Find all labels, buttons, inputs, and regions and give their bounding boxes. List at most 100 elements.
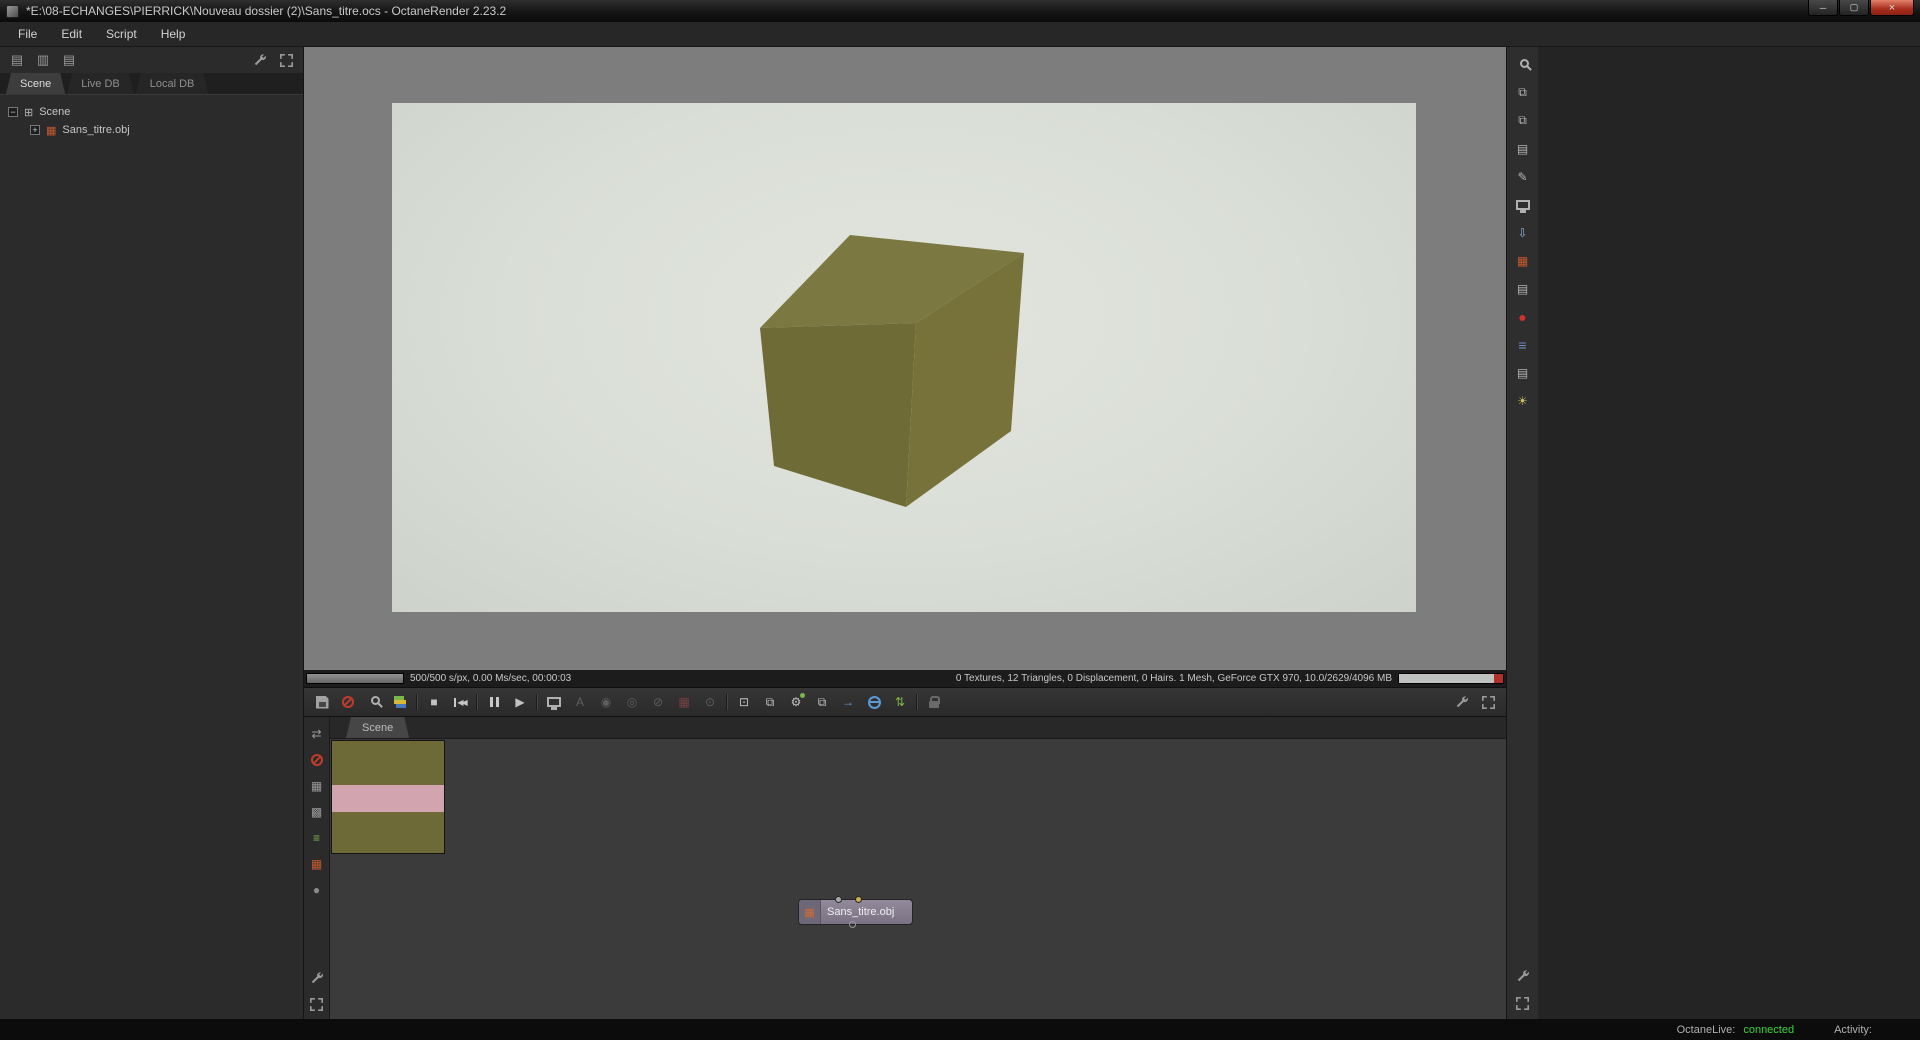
- tab-live-db[interactable]: Live DB: [67, 73, 134, 94]
- preview-pink-band: [332, 785, 444, 812]
- no-entry-icon[interactable]: [308, 751, 326, 769]
- render-viewport[interactable]: [304, 47, 1506, 670]
- menu-file[interactable]: File: [6, 23, 49, 45]
- picture-icon[interactable]: ▤: [1512, 363, 1534, 382]
- circle-center-icon[interactable]: ⊙: [700, 691, 720, 713]
- pan-arrows-icon[interactable]: ⇄: [308, 725, 326, 743]
- maximize-button[interactable]: ▢: [1839, 0, 1869, 16]
- export-arrow-icon[interactable]: →: [838, 691, 858, 713]
- sun-icon[interactable]: ☀: [1512, 391, 1534, 410]
- render-toolbar: ■ ◀◀ ▶ A ◉ ◎ ⊘ ▦ ⊙ ⊡ ⧉ ⚙ ⧉ → ⇅: [304, 687, 1506, 717]
- preview-olive-band: [332, 741, 444, 785]
- outliner-tabs: Scene Live DB Local DB: [0, 73, 303, 95]
- tab-scene[interactable]: Scene: [6, 73, 65, 94]
- separator: [536, 694, 538, 710]
- expand-icon[interactable]: [1478, 691, 1498, 713]
- mesh-node-icon: ▦: [46, 124, 57, 137]
- right-dock-panel: [1538, 47, 1920, 1019]
- expand-toggle-icon[interactable]: +: [30, 125, 40, 135]
- tree-row-scene[interactable]: − ⊞ Scene: [0, 103, 303, 121]
- panel-list-icon[interactable]: ▤: [60, 51, 78, 69]
- wrench-icon[interactable]: [1452, 691, 1472, 713]
- wrench-icon[interactable]: [251, 51, 269, 69]
- mesh-node[interactable]: ▦ Sans_titre.obj: [798, 896, 913, 928]
- separator: [726, 694, 728, 710]
- separator: [916, 694, 918, 710]
- tree-row-mesh[interactable]: + ▦ Sans_titre.obj: [0, 121, 303, 139]
- list-icon[interactable]: ≡: [308, 829, 326, 847]
- monitor-icon[interactable]: [1512, 195, 1534, 214]
- nodegraph-panel[interactable]: Scene ⇄ ▦ ▩ ≡ ▦ ● ▦ Sans_titre.obj: [304, 717, 1506, 1019]
- pencil-icon[interactable]: ✎: [1512, 167, 1534, 186]
- mesh-icon[interactable]: ▦: [1512, 251, 1534, 270]
- render-stats-text: 0 Textures, 12 Triangles, 0 Displacement…: [955, 673, 1392, 684]
- magnifier-icon[interactable]: [364, 691, 384, 713]
- duplicate-icon[interactable]: ⧉: [812, 691, 832, 713]
- circle-slash-icon[interactable]: ⊘: [648, 691, 668, 713]
- nodegraph-tab-scene[interactable]: Scene: [346, 717, 409, 738]
- panel-split-icon[interactable]: ▥: [34, 51, 52, 69]
- separator: [476, 694, 478, 710]
- minimize-button[interactable]: ─: [1808, 0, 1838, 16]
- picture-icon[interactable]: ▤: [1512, 279, 1534, 298]
- region-select-icon[interactable]: ⊡: [734, 691, 754, 713]
- globe-icon[interactable]: [864, 691, 884, 713]
- grid-dots-icon[interactable]: ▦: [308, 777, 326, 795]
- magnifier-icon[interactable]: [1512, 55, 1534, 74]
- monitor-icon[interactable]: [544, 691, 564, 713]
- gpu-memory-bar: [1398, 673, 1504, 684]
- copy-page-icon[interactable]: ⧉: [1512, 83, 1534, 102]
- tab-local-db[interactable]: Local DB: [136, 73, 209, 94]
- expand-icon[interactable]: [308, 995, 326, 1013]
- upload-download-icon[interactable]: ⇅: [890, 691, 910, 713]
- separator: [416, 694, 418, 710]
- restart-icon[interactable]: ◀◀: [450, 691, 470, 713]
- collapse-toggle-icon[interactable]: −: [8, 107, 18, 117]
- expand-icon[interactable]: [1512, 994, 1534, 1013]
- close-button[interactable]: ×: [1870, 0, 1914, 16]
- download-icon[interactable]: ⇩: [1512, 223, 1534, 242]
- panel-layout-icon[interactable]: ▤: [8, 51, 26, 69]
- material-preview[interactable]: [331, 740, 445, 854]
- image-icon[interactable]: ▤: [1512, 139, 1534, 158]
- expand-icon[interactable]: [277, 51, 295, 69]
- menu-edit[interactable]: Edit: [49, 23, 94, 45]
- file-pages-icon[interactable]: ⧉: [1512, 111, 1534, 130]
- preview-olive-band: [332, 812, 444, 853]
- wrench-icon[interactable]: [1512, 966, 1534, 985]
- node-output-pin[interactable]: [849, 921, 856, 928]
- menu-help[interactable]: Help: [149, 23, 198, 45]
- scene-node-icon: ⊞: [24, 106, 34, 119]
- mesh-icon[interactable]: ▦: [308, 855, 326, 873]
- circle-ring-icon[interactable]: ◎: [622, 691, 642, 713]
- node-input-pin[interactable]: [855, 896, 862, 903]
- layer-stack-icon[interactable]: ≡: [1512, 335, 1534, 354]
- clipboard-copy-icon[interactable]: ⧉: [760, 691, 780, 713]
- window-controls: ─ ▢ ×: [1808, 0, 1920, 16]
- menu-script[interactable]: Script: [94, 23, 149, 45]
- circle-dot-icon[interactable]: ◉: [596, 691, 616, 713]
- gear-icon[interactable]: ⚙: [786, 691, 806, 713]
- render-progress-bar: [306, 673, 404, 684]
- lock-icon[interactable]: [924, 691, 944, 713]
- stop-icon[interactable]: ■: [424, 691, 444, 713]
- mesh-icon: ▦: [799, 900, 821, 924]
- material-ball-icon[interactable]: ●: [1512, 307, 1534, 326]
- red-grid-icon[interactable]: ▦: [674, 691, 694, 713]
- letter-a-icon[interactable]: A: [570, 691, 590, 713]
- right-icon-strip: ⧉ ⧉ ▤ ✎ ⇩ ▦ ▤ ● ≡ ▤ ☀: [1506, 47, 1538, 1019]
- no-entry-icon[interactable]: [338, 691, 358, 713]
- pause-icon[interactable]: [484, 691, 504, 713]
- tree-label-scene: Scene: [39, 106, 71, 118]
- layers-icon[interactable]: [390, 691, 410, 713]
- node-input-pin[interactable]: [835, 896, 842, 903]
- octanelive-status: connected: [1743, 1023, 1795, 1036]
- render-image[interactable]: [392, 103, 1416, 612]
- render-status-bar: 500/500 s/px, 0.00 Ms/sec, 00:00:03 0 Te…: [304, 670, 1506, 687]
- wrench-icon[interactable]: [308, 969, 326, 987]
- titlebar: *E:\08-ECHANGES\PIERRICK\Nouveau dossier…: [0, 0, 1920, 22]
- grid-dense-icon[interactable]: ▩: [308, 803, 326, 821]
- save-icon[interactable]: [312, 691, 332, 713]
- sphere-icon[interactable]: ●: [308, 881, 326, 899]
- play-icon[interactable]: ▶: [510, 691, 530, 713]
